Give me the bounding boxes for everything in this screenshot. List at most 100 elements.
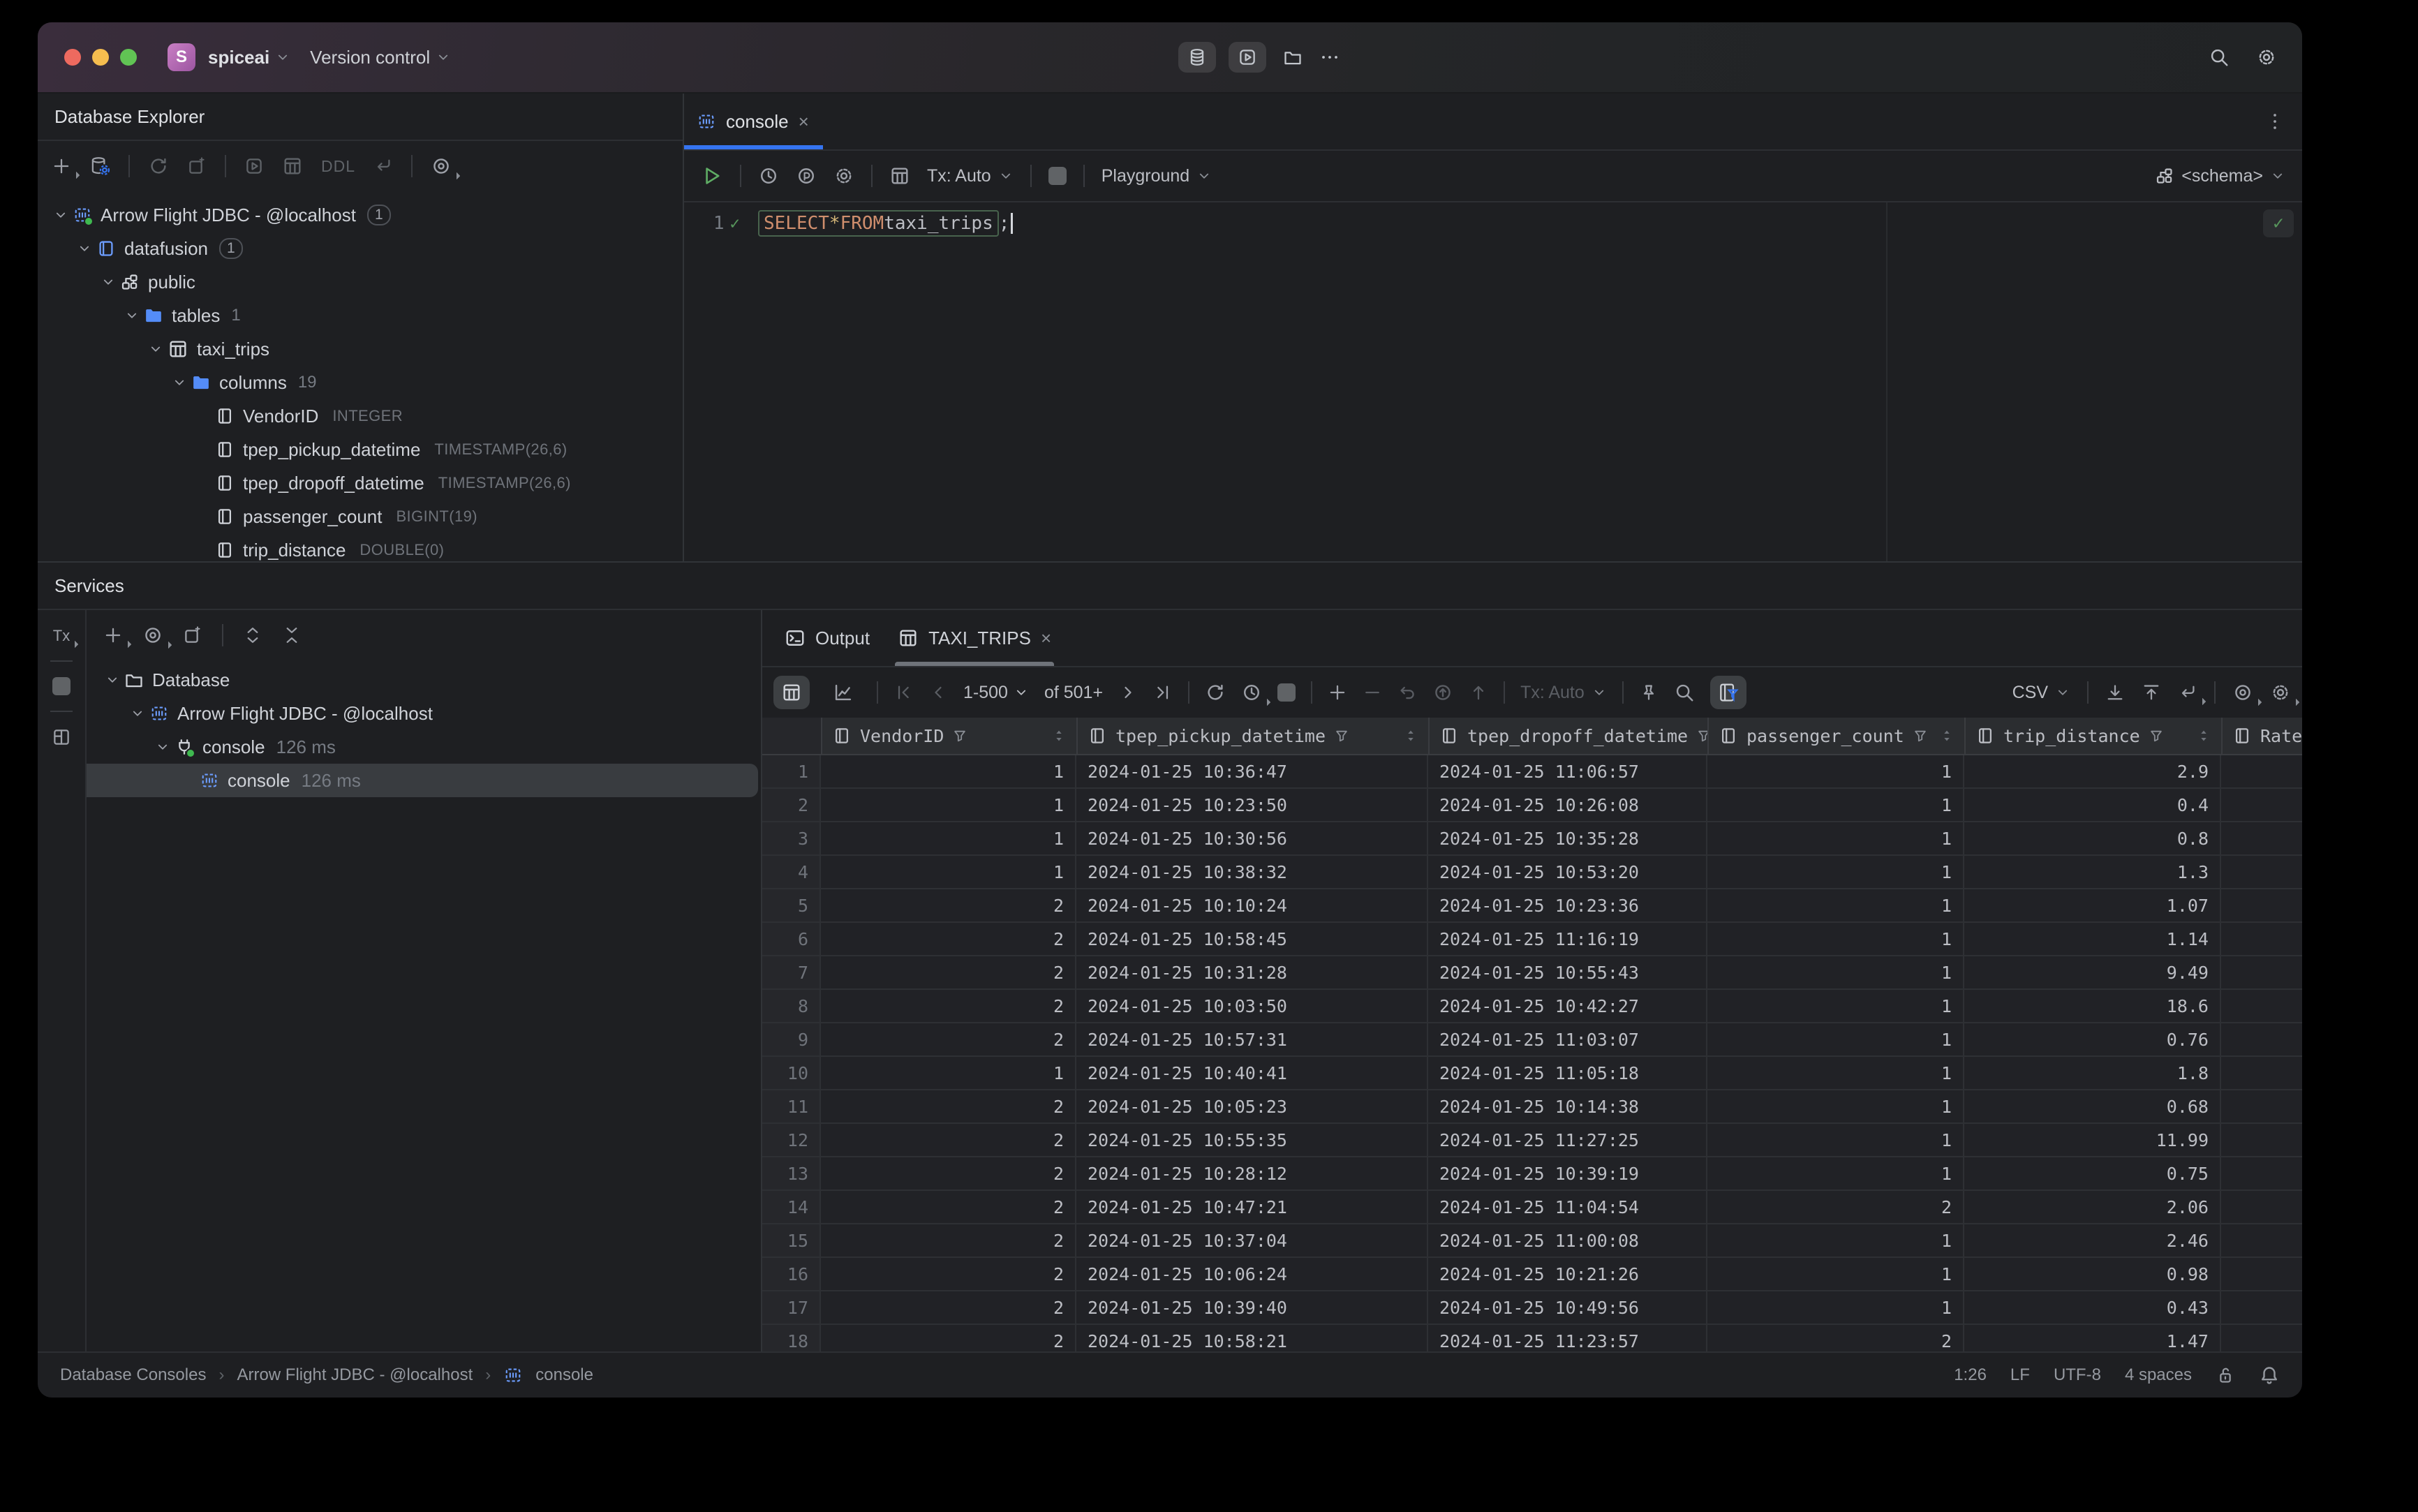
- explorer-tree-item[interactable]: VendorID INTEGER: [38, 399, 683, 433]
- cell-rate[interactable]: [2221, 1258, 2302, 1290]
- row-number[interactable]: 5: [762, 889, 821, 921]
- close-window-button[interactable]: [64, 49, 81, 66]
- row-number[interactable]: 12: [762, 1124, 821, 1156]
- cell[interactable]: 2024-01-25 10:14:38: [1428, 1090, 1707, 1122]
- close-tab-icon[interactable]: ×: [1041, 628, 1051, 649]
- cell[interactable]: 1.8: [1964, 1057, 2221, 1089]
- cell[interactable]: 2024-01-25 11:03:07: [1428, 1023, 1707, 1055]
- cell[interactable]: 18.6: [1964, 990, 2221, 1022]
- caret-position-widget[interactable]: 1:26: [1954, 1365, 1987, 1385]
- table-row[interactable]: 12 2 2024-01-25 10:55:35 2024-01-25 11:27:2…: [762, 1124, 2302, 1157]
- cell[interactable]: 2024-01-25 10:42:27: [1428, 990, 1707, 1022]
- cell[interactable]: 2: [821, 956, 1076, 988]
- filter-funnel-icon[interactable]: [1334, 728, 1349, 743]
- execute-button[interactable]: [701, 165, 723, 187]
- row-number[interactable]: 2: [762, 789, 821, 821]
- column-header-tpep_pickup_datetime[interactable]: tpep_pickup_datetime: [1078, 718, 1430, 754]
- first-page-button[interactable]: [893, 683, 913, 702]
- row-number[interactable]: 3: [762, 822, 821, 854]
- filter-funnel-icon[interactable]: [1913, 728, 1928, 743]
- cell[interactable]: 2024-01-25 10:55:35: [1076, 1124, 1428, 1156]
- explorer-tree-item[interactable]: taxi_trips: [38, 332, 683, 366]
- row-number[interactable]: 8: [762, 990, 821, 1022]
- cell[interactable]: 1: [1707, 1023, 1964, 1055]
- cell-rate[interactable]: [2221, 1090, 2302, 1122]
- cell-rate[interactable]: [2221, 889, 2302, 921]
- export-format-select[interactable]: CSV: [2012, 683, 2070, 703]
- cell[interactable]: 2: [821, 1157, 1076, 1189]
- cell[interactable]: 2024-01-25 10:30:56: [1076, 822, 1428, 854]
- find-button[interactable]: [1674, 682, 1695, 703]
- stop-process-button[interactable]: [52, 677, 71, 695]
- add-service-button[interactable]: [103, 625, 131, 648]
- column-header-rate[interactable]: Rate: [2223, 718, 2302, 754]
- filter-funnel-icon[interactable]: [2149, 728, 2164, 743]
- cell[interactable]: 2024-01-25 10:05:23: [1076, 1090, 1428, 1122]
- parameters-button[interactable]: [796, 165, 817, 186]
- previous-page-button[interactable]: [928, 683, 948, 702]
- row-number[interactable]: 16: [762, 1258, 821, 1290]
- table-row[interactable]: 2 1 2024-01-25 10:23:50 2024-01-25 10:26:08…: [762, 789, 2302, 822]
- cell-rate[interactable]: [2221, 1325, 2302, 1351]
- cell[interactable]: 1: [821, 822, 1076, 854]
- chevron-down-icon[interactable]: [126, 706, 149, 721]
- data-views-button[interactable]: [2232, 682, 2262, 706]
- readonly-toggle-button[interactable]: [2216, 1365, 2235, 1385]
- table-row[interactable]: 6 2 2024-01-25 10:58:45 2024-01-25 11:16:19…: [762, 923, 2302, 956]
- inspections-status-widget[interactable]: ✓: [2263, 209, 2294, 237]
- minimize-window-button[interactable]: [92, 49, 109, 66]
- cell[interactable]: 1: [1707, 956, 1964, 988]
- stop-query-button[interactable]: [1277, 683, 1296, 702]
- cell[interactable]: 1: [1707, 755, 1964, 787]
- filter-funnel-icon[interactable]: [1696, 728, 1707, 743]
- cell[interactable]: 9.49: [1964, 956, 2221, 988]
- tab-console[interactable]: console ×: [684, 94, 823, 149]
- explorer-tree-item[interactable]: tables 1: [38, 299, 683, 332]
- table-row[interactable]: 5 2 2024-01-25 10:10:24 2024-01-25 10:23:36…: [762, 889, 2302, 923]
- cell[interactable]: 2.46: [1964, 1224, 2221, 1257]
- table-row[interactable]: 3 1 2024-01-25 10:30:56 2024-01-25 10:35:28…: [762, 822, 2302, 856]
- filter-panel-button[interactable]: [1709, 676, 1746, 709]
- grid-tx-mode-select[interactable]: Tx: Auto: [1520, 683, 1607, 703]
- explorer-tree-item[interactable]: columns 19: [38, 366, 683, 399]
- services-tree-item[interactable]: Arrow Flight JDBC - @localhost: [87, 697, 761, 730]
- row-number[interactable]: 18: [762, 1325, 821, 1351]
- table-row[interactable]: 15 2 2024-01-25 10:37:04 2024-01-25 11:00:0…: [762, 1224, 2302, 1258]
- cell[interactable]: 2: [821, 1124, 1076, 1156]
- cell[interactable]: 2: [1707, 1191, 1964, 1223]
- cell-rate[interactable]: [2221, 990, 2302, 1022]
- database-tool-button[interactable]: [1178, 42, 1216, 73]
- cell[interactable]: 1: [1707, 822, 1964, 854]
- explorer-tree-item[interactable]: Arrow Flight JDBC - @localhost 1: [38, 198, 683, 232]
- cell[interactable]: 1: [1707, 889, 1964, 921]
- open-table-button[interactable]: [282, 156, 303, 177]
- cell[interactable]: 2.9: [1964, 755, 2221, 787]
- search-everywhere-button[interactable]: [2209, 47, 2230, 68]
- cell[interactable]: 11.99: [1964, 1124, 2221, 1156]
- cell-rate[interactable]: [2221, 1124, 2302, 1156]
- tab-taxi-trips[interactable]: TAXI_TRIPS ×: [884, 610, 1065, 666]
- row-number[interactable]: 11: [762, 1090, 821, 1122]
- cell[interactable]: 2024-01-25 10:10:24: [1076, 889, 1428, 921]
- line-ending-widget[interactable]: LF: [2010, 1365, 2030, 1385]
- chevron-down-icon[interactable]: [49, 207, 73, 223]
- in-editor-results-button[interactable]: [889, 165, 910, 186]
- table-row[interactable]: 13 2 2024-01-25 10:28:12 2024-01-25 10:39:1…: [762, 1157, 2302, 1191]
- cell-rate[interactable]: [2221, 1291, 2302, 1324]
- cell[interactable]: 1: [1707, 990, 1964, 1022]
- cell-rate[interactable]: [2221, 1157, 2302, 1189]
- explorer-tree-item[interactable]: tpep_pickup_datetime TIMESTAMP(26,6): [38, 433, 683, 466]
- cell[interactable]: 1: [1707, 1124, 1964, 1156]
- cell[interactable]: 0.4: [1964, 789, 2221, 821]
- cell[interactable]: 1: [821, 789, 1076, 821]
- table-row[interactable]: 8 2 2024-01-25 10:03:50 2024-01-25 10:42:27…: [762, 990, 2302, 1023]
- column-header-vendorid[interactable]: VendorID: [822, 718, 1078, 754]
- cell[interactable]: 2024-01-25 11:16:19: [1428, 923, 1707, 955]
- jump-to-ddl-button[interactable]: [373, 156, 393, 176]
- sql-editor[interactable]: 1 ✓ SELECT * FROM taxi_trips; ✓: [684, 202, 2302, 561]
- jump-to-console-button[interactable]: [187, 156, 207, 176]
- cell[interactable]: 1: [1707, 923, 1964, 955]
- collapse-all-button[interactable]: [282, 625, 302, 645]
- expand-all-button[interactable]: [243, 625, 262, 645]
- row-number[interactable]: 14: [762, 1191, 821, 1223]
